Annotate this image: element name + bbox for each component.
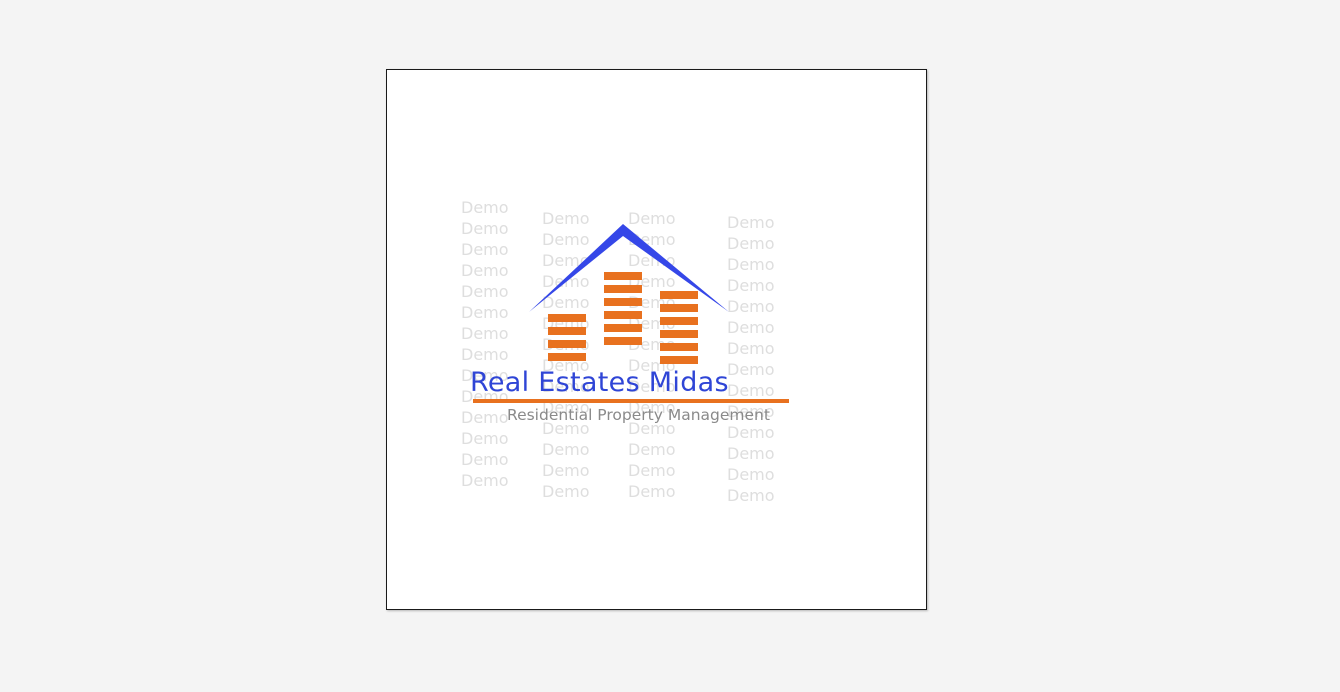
brand-name: Real Estates Midas [470, 367, 729, 398]
building-icon [548, 314, 586, 361]
brand-tagline: Residential Property Management [507, 406, 770, 424]
logo-canvas: Demo Demo Demo Demo Demo Demo Demo Demo … [386, 69, 927, 610]
logo-graphic [529, 224, 729, 364]
brand-underline [473, 399, 789, 403]
building-icon [660, 291, 698, 364]
building-icon [604, 272, 642, 345]
